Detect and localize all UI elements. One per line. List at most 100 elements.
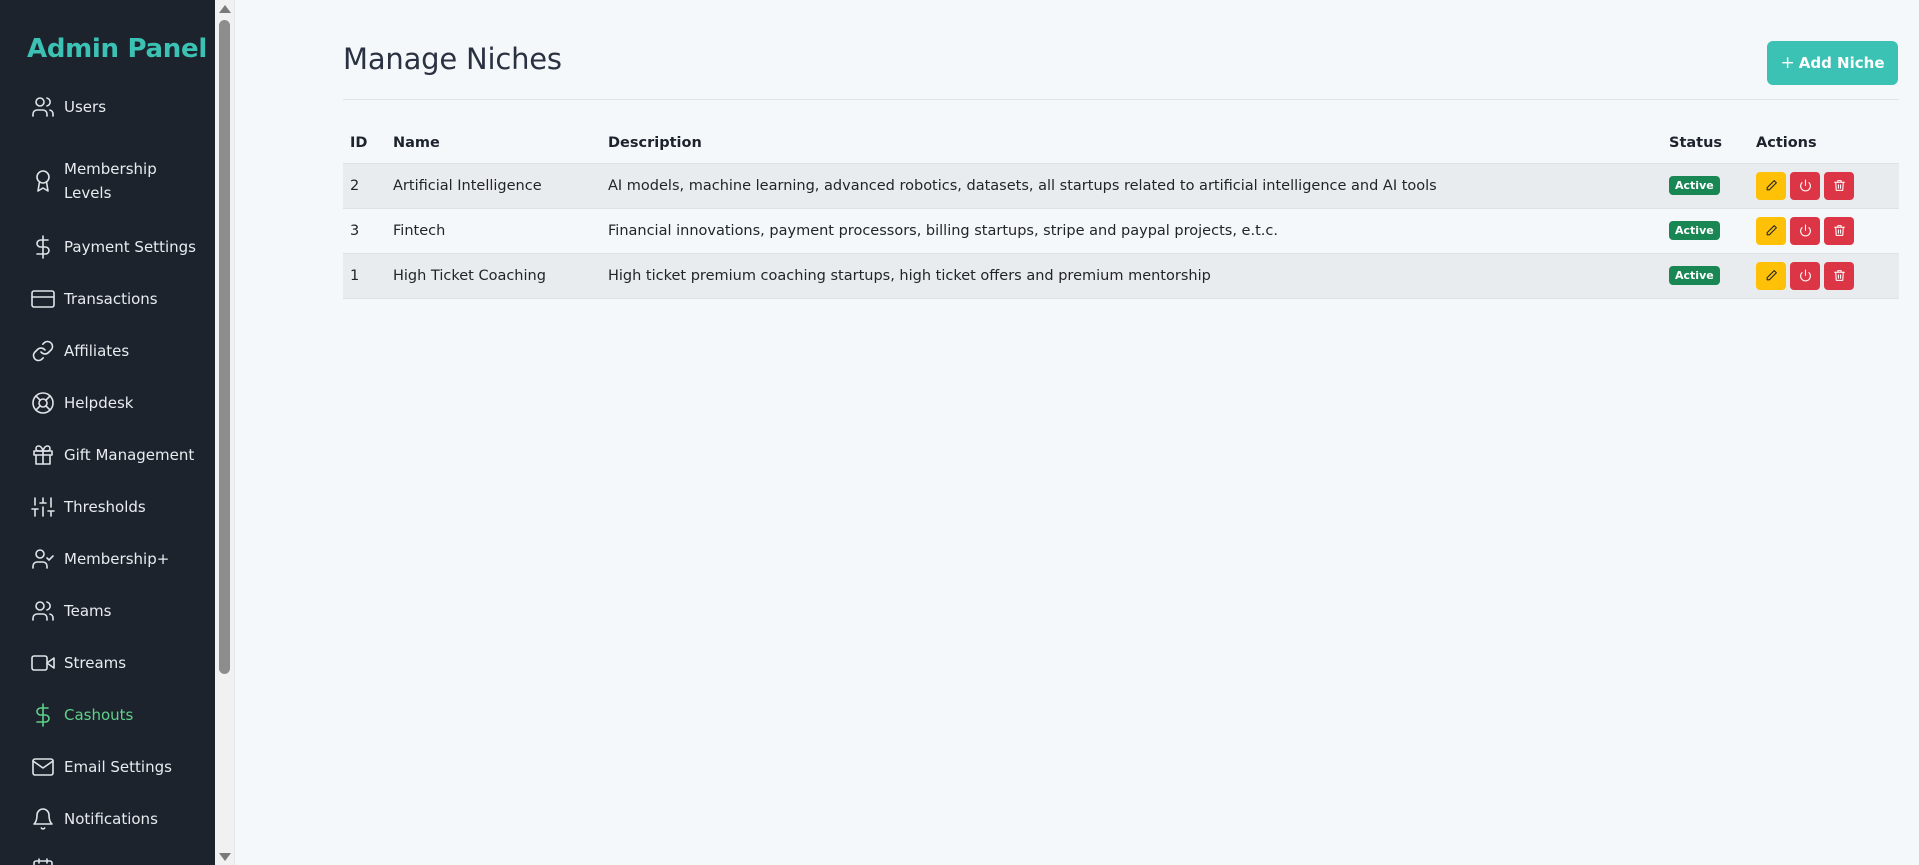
cell-name: High Ticket Coaching [386, 253, 601, 299]
sidebar-item-label: Affiliates [64, 342, 130, 360]
column-header-id: ID [343, 124, 386, 164]
table-header-row: ID Name Description Status Actions [343, 124, 1899, 164]
column-header-actions: Actions [1749, 124, 1899, 164]
sidebar-item-membership-levels[interactable]: Membership Levels [0, 157, 215, 205]
trash-icon [1833, 270, 1845, 281]
sidebar-item-cashouts[interactable]: Cashouts [0, 703, 215, 727]
sidebar-item-affiliates[interactable]: Affiliates [0, 339, 215, 363]
add-niche-label: Add Niche [1798, 54, 1885, 72]
cell-status: Active [1662, 163, 1749, 209]
sidebar-item-partial[interactable] [0, 857, 215, 865]
column-header-name: Name [386, 124, 601, 164]
sidebar-item-helpdesk[interactable]: Helpdesk [0, 391, 215, 415]
trash-icon [1833, 180, 1845, 191]
sidebar-item-thresholds[interactable]: Thresholds [0, 495, 215, 519]
sidebar-item-label: Thresholds [64, 498, 146, 516]
cell-id: 3 [343, 208, 386, 254]
toggle-status-button[interactable] [1790, 261, 1820, 290]
cell-description: AI models, machine learning, advanced ro… [601, 163, 1662, 209]
pencil-icon [1766, 270, 1777, 281]
cell-description: Financial innovations, payment processor… [601, 208, 1662, 254]
cell-actions [1749, 163, 1899, 209]
cell-description: High ticket premium coaching startups, h… [601, 253, 1662, 299]
sliders-icon [31, 495, 55, 519]
award-icon [31, 169, 55, 193]
sidebar-item-payment-settings[interactable]: Payment Settings [0, 235, 215, 259]
edit-button[interactable] [1756, 216, 1786, 245]
sidebar-item-label: Membership Levels [64, 160, 157, 202]
trash-icon [1833, 225, 1845, 236]
cell-name: Fintech [386, 208, 601, 254]
table-row: 1 High Ticket Coaching High ticket premi… [343, 253, 1899, 299]
sidebar: Admin Panel Users Membership Levels Paym… [0, 0, 215, 865]
table-row: 2 Artificial Intelligence AI models, mac… [343, 163, 1899, 209]
users-icon [31, 95, 55, 119]
credit-card-icon [31, 287, 55, 311]
niches-table: ID Name Description Status Actions 2 Art… [343, 124, 1899, 299]
delete-button[interactable] [1824, 171, 1854, 200]
sidebar-item-label: Helpdesk [64, 394, 134, 412]
cell-id: 1 [343, 253, 386, 299]
lifebuoy-icon [31, 391, 55, 415]
sidebar-item-label: Membership+ [64, 550, 170, 568]
pencil-icon [1766, 225, 1777, 236]
header-divider [343, 99, 1899, 100]
power-icon [1799, 224, 1811, 237]
sidebar-item-label: Cashouts [64, 706, 134, 724]
page-title: Manage Niches [343, 42, 562, 76]
add-niche-button[interactable]: + Add Niche [1767, 41, 1898, 85]
sidebar-item-transactions[interactable]: Transactions [0, 287, 215, 311]
status-badge: Active [1669, 176, 1720, 195]
sidebar-item-label: Email Settings [64, 758, 172, 776]
sidebar-item-label: Transactions [64, 290, 158, 308]
sidebar-item-streams[interactable]: Streams [0, 651, 215, 675]
power-icon [1799, 179, 1811, 192]
cell-id: 2 [343, 163, 386, 209]
scroll-down-arrow-icon[interactable] [219, 853, 231, 861]
sidebar-item-label: Notifications [64, 810, 158, 828]
cell-actions [1749, 208, 1899, 254]
sidebar-item-users[interactable]: Users [0, 95, 215, 119]
sidebar-item-label: Teams [64, 602, 112, 620]
sidebar-scrollbar[interactable] [215, 0, 235, 865]
sidebar-item-notifications[interactable]: Notifications [0, 807, 215, 831]
edit-button[interactable] [1756, 261, 1786, 290]
column-header-status: Status [1662, 124, 1749, 164]
sidebar-item-membership-plus[interactable]: Membership+ [0, 547, 215, 571]
edit-button[interactable] [1756, 171, 1786, 200]
dollar-icon [31, 235, 55, 259]
bell-icon [31, 807, 55, 831]
plus-icon: + [1780, 53, 1795, 73]
scroll-thumb[interactable] [219, 20, 230, 674]
table-row: 3 Fintech Financial innovations, payment… [343, 208, 1899, 254]
toggle-status-button[interactable] [1790, 171, 1820, 200]
cell-status: Active [1662, 208, 1749, 254]
mail-icon [31, 755, 55, 779]
users-icon [31, 599, 55, 623]
power-icon [1799, 269, 1811, 282]
cell-name: Artificial Intelligence [386, 163, 601, 209]
delete-button[interactable] [1824, 261, 1854, 290]
scroll-up-arrow-icon[interactable] [219, 5, 231, 13]
user-check-icon [31, 547, 55, 571]
column-header-description: Description [601, 124, 1662, 164]
sidebar-item-label: Payment Settings [64, 238, 196, 256]
pencil-icon [1766, 180, 1777, 191]
calendar-icon [31, 857, 55, 865]
sidebar-item-teams[interactable]: Teams [0, 599, 215, 623]
status-badge: Active [1669, 221, 1720, 240]
sidebar-item-label: Streams [64, 654, 127, 672]
sidebar-item-label: Gift Management [64, 446, 195, 464]
delete-button[interactable] [1824, 216, 1854, 245]
sidebar-item-email-settings[interactable]: Email Settings [0, 755, 215, 779]
brand-title[interactable]: Admin Panel [27, 34, 207, 64]
gift-icon [31, 443, 55, 467]
status-badge: Active [1669, 266, 1720, 285]
cell-status: Active [1662, 253, 1749, 299]
link-icon [31, 339, 55, 363]
dollar-icon [31, 703, 55, 727]
sidebar-item-gift-management[interactable]: Gift Management [0, 443, 215, 467]
cell-actions [1749, 253, 1899, 299]
sidebar-item-label: Users [64, 98, 107, 116]
toggle-status-button[interactable] [1790, 216, 1820, 245]
